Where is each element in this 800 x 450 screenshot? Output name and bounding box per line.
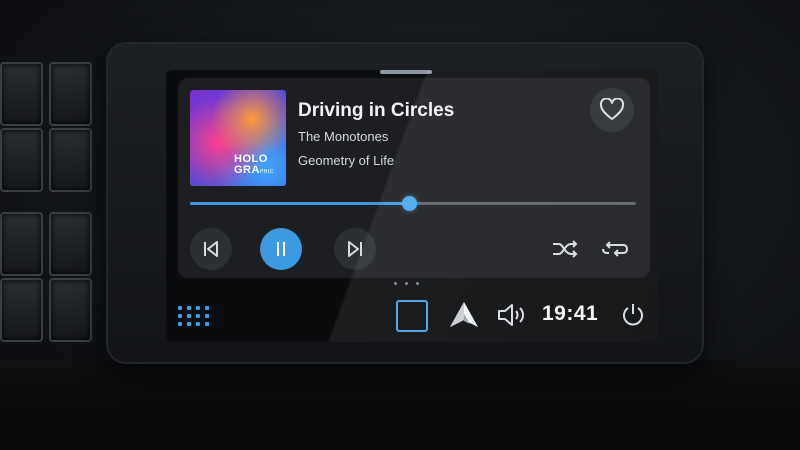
app-grid-dot [187,306,191,310]
track-title: Driving in Circles [298,100,455,121]
track-artist: The Monotones [298,129,389,144]
shuffle-button[interactable] [550,236,580,262]
album-art: HOLO GRAPHIC [190,90,286,186]
page-indicator [394,282,419,285]
album-art-line2-main: GRA [234,164,260,176]
app-grid-dot [187,322,191,326]
vent-slat [0,278,43,342]
dashboard-lower [0,360,800,450]
app-grid-dot [196,322,200,326]
app-grid-dot [178,314,182,318]
album-art-line2: GRAPHIC [234,165,274,178]
progress-fill [190,202,409,205]
media-card: HOLO GRAPHIC Driving in Circles The Mono… [178,78,650,278]
infotainment-screen: HOLO GRAPHIC Driving in Circles The Mono… [166,70,658,342]
pause-icon [277,242,285,256]
pause-button[interactable] [260,228,302,270]
repeat-button[interactable] [600,236,630,262]
favorite-button[interactable] [590,88,634,132]
page-dot [394,282,397,285]
next-button[interactable] [334,228,376,270]
repeat-icon [602,241,629,257]
album-art-line2-small: PHIC [259,169,274,175]
vent-row [0,278,92,342]
power-button[interactable] [618,300,648,330]
heart-icon [599,98,625,120]
volume-icon [498,304,524,326]
app-grid-dot [205,314,209,318]
vent-slat [0,62,43,126]
vent-slat [0,212,43,276]
android-auto-icon [450,302,478,327]
page-dot [416,282,419,285]
page-dot [405,282,408,285]
home-button[interactable] [396,300,428,332]
vent-row [0,128,92,192]
app-grid-dot [205,322,209,326]
previous-button[interactable] [190,228,232,270]
vent-row [0,62,92,126]
vent-slat [49,62,92,126]
app-grid-button[interactable] [178,306,214,326]
progress-thumb[interactable] [401,196,417,211]
vent-slat [0,128,43,192]
clock: 19:41 [542,302,599,325]
app-grid-icon [178,306,182,310]
bottom-bar: 19:41 [166,292,658,342]
album-art-text: HOLO GRAPHIC [234,154,274,178]
vent-slat [49,212,92,276]
app-grid-dot [178,322,182,326]
skip-previous-icon [204,241,218,257]
app-grid-dot [187,314,191,318]
app-grid-dot [196,306,200,310]
vent-slat [49,128,92,192]
vent-slat [49,278,92,342]
dashboard-vents [0,62,92,352]
track-album: Geometry of Life [298,153,395,168]
shuffle-icon [553,240,578,258]
vent-row [0,212,92,276]
app-grid-dot [205,306,209,310]
app-grid-dot [196,314,200,318]
pull-down-handle[interactable] [380,70,432,74]
power-icon [623,304,643,326]
progress-bar[interactable] [190,196,636,211]
volume-button[interactable] [496,300,528,330]
android-auto-button[interactable] [448,300,480,330]
skip-next-icon [348,241,362,257]
